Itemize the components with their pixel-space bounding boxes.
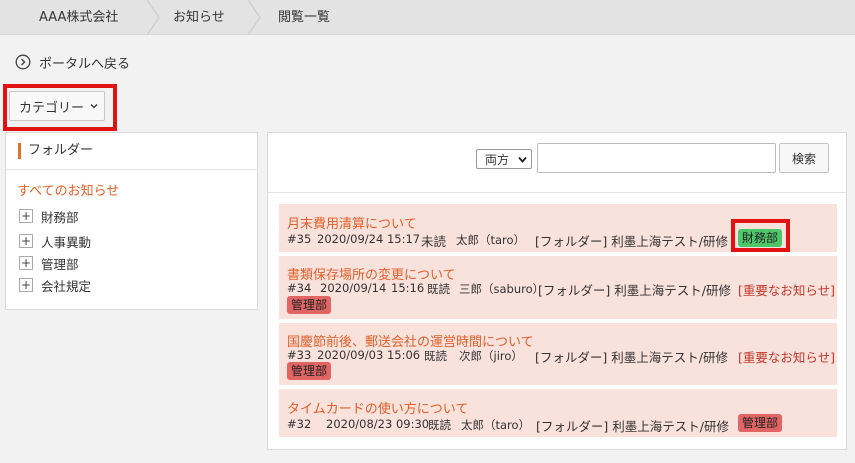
notice-author: 太郎（taro） — [461, 418, 531, 432]
notice-important-label: [重要なお知らせ] — [738, 283, 836, 298]
breadcrumb: AAA株式会社 お知らせ 閲覧一覧 — [0, 0, 855, 35]
plus-icon[interactable]: + — [19, 278, 33, 292]
notice-id: #32 — [287, 417, 312, 431]
search-scope-select[interactable]: 両方 — [476, 149, 532, 169]
notice-item[interactable]: 書類保存場所の変更について #34 2020/09/14 15:16 既読 三郎… — [279, 256, 837, 319]
notice-title[interactable]: タイムカードの使い方について — [287, 398, 468, 417]
notice-author: 太郎（taro） — [456, 233, 526, 247]
all-notices-link[interactable]: すべてのお知らせ — [17, 180, 119, 199]
notice-date: 2020/09/14 — [320, 281, 387, 295]
notice-folder[interactable]: [フォルダー] 利墨上海テスト/研修 — [538, 280, 731, 299]
notice-author: 三郎（saburo） — [459, 282, 545, 296]
notice-id: #34 — [287, 281, 312, 295]
folder-panel-title: フォルダー — [18, 143, 93, 159]
notice-author: 次郎（jiro） — [459, 349, 523, 363]
folder-item-management[interactable]: + 管理部 — [19, 255, 79, 272]
notice-read-status: 未読 — [421, 234, 447, 249]
search-input[interactable] — [537, 143, 776, 173]
notice-folder[interactable]: [フォルダー] 利墨上海テスト/研修 — [535, 231, 728, 250]
back-to-portal-label: ポータルへ戻る — [39, 56, 131, 72]
folder-item-label: 人事異動 — [41, 234, 92, 250]
notice-folder[interactable]: [フォルダー] 利墨上海テスト/研修 — [535, 347, 728, 366]
notice-id: #33 — [287, 348, 312, 362]
list-divider — [268, 192, 846, 193]
notice-title[interactable]: 月末費用清算について — [287, 213, 417, 232]
plus-icon[interactable]: + — [19, 256, 33, 270]
notice-tag[interactable]: 管理部 — [287, 362, 332, 380]
breadcrumb-separator-icon — [247, 0, 261, 35]
notice-item[interactable]: タイムカードの使い方について #32 2020/08/23 09:30 既読 太… — [279, 389, 837, 437]
breadcrumb-notices[interactable]: お知らせ — [173, 0, 225, 35]
folder-item-label: 財務部 — [41, 209, 79, 225]
breadcrumb-separator-icon — [146, 0, 160, 35]
notice-read-status: 既読 — [428, 418, 451, 432]
notice-important-label: [重要なお知らせ] — [738, 350, 836, 365]
notice-tag[interactable]: 管理部 — [738, 414, 783, 432]
category-highlight-box — [3, 84, 117, 131]
back-to-portal-link[interactable]: ポータルへ戻る — [15, 53, 131, 72]
search-button[interactable]: 検索 — [779, 143, 829, 173]
breadcrumb-company[interactable]: AAA株式会社 — [39, 0, 118, 35]
notice-id: #35 — [287, 232, 312, 246]
notice-time: 15:16 — [391, 281, 425, 295]
folder-item-label: 会社規定 — [41, 278, 92, 294]
notice-date: 2020/08/23 09:30 — [326, 417, 430, 431]
tag-highlight-box — [731, 219, 790, 252]
notice-tag[interactable]: 管理部 — [287, 296, 332, 314]
notice-date: 2020/09/24 15:17 — [317, 232, 421, 246]
search-scope-value: 両方 — [485, 152, 510, 167]
folder-item-regulations[interactable]: + 会社規定 — [19, 277, 92, 294]
notice-read-status: 既読 — [427, 282, 450, 296]
folder-item-finance[interactable]: + 財務部 — [19, 208, 79, 225]
circle-chevron-right-icon — [15, 54, 31, 70]
folder-item-label: 管理部 — [41, 256, 79, 272]
notice-read-status: 既読 — [424, 349, 447, 363]
plus-icon[interactable]: + — [19, 234, 33, 248]
notice-date: 2020/09/03 15:06 — [317, 348, 421, 362]
folder-divider — [6, 169, 257, 170]
notice-folder[interactable]: [フォルダー] 利墨上海テスト/研修 — [536, 416, 729, 435]
breadcrumb-view-list: 閲覧一覧 — [278, 10, 331, 25]
chevron-down-icon — [518, 156, 527, 163]
notice-item[interactable]: 国慶節前後、郵送会社の運営時間について #33 2020/09/03 15:06… — [279, 323, 837, 385]
plus-icon[interactable]: + — [19, 209, 33, 223]
folder-item-personnel[interactable]: + 人事異動 — [19, 233, 92, 250]
